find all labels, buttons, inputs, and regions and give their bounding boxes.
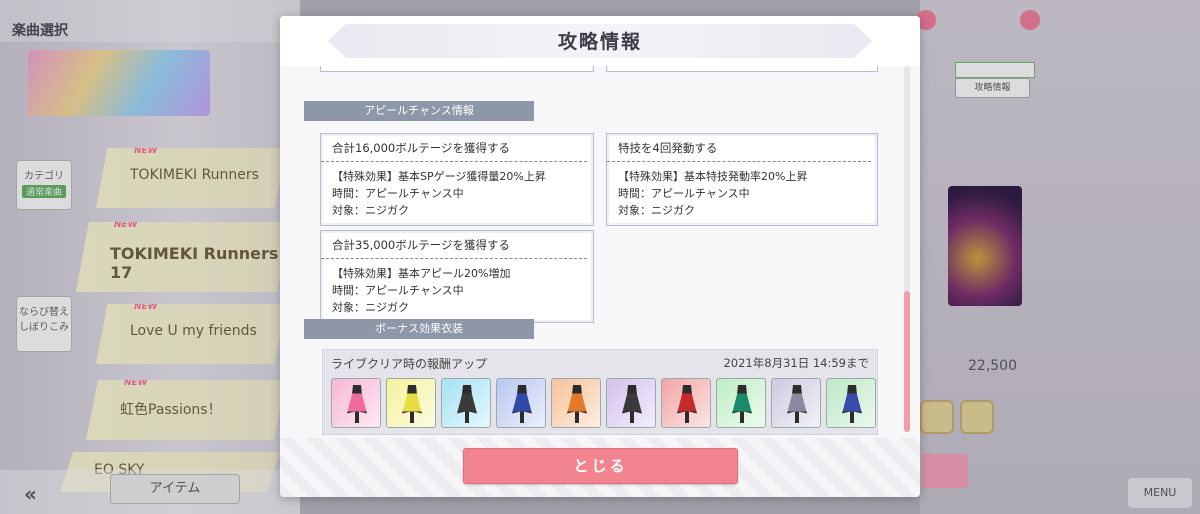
costume-box-title: ライブクリア時の報酬アップ: [331, 357, 488, 371]
appeal-card: 合計35,000ボルテージを獲得する 【特殊効果】基本アピール20%増加 時間：…: [320, 230, 594, 323]
appeal-effect: 【特殊効果】基本SPゲージ獲得量20%上昇: [332, 170, 546, 183]
costume-dress-icon: [347, 385, 367, 423]
dialog-scroll-content[interactable]: アピールチャンス情報 合計16,000ボルテージを獲得する 【特殊効果】基本SP…: [280, 66, 920, 438]
scrollbar-thumb[interactable]: [904, 291, 910, 432]
appeal-target: 対象：ニジガク: [618, 204, 695, 217]
costume-dress-icon: [622, 385, 642, 423]
costume-thumbnail[interactable]: [496, 378, 546, 428]
costume-dress-icon: [402, 385, 422, 423]
costume-dress-icon: [677, 385, 697, 423]
clipped-card: [320, 66, 594, 72]
dialog-footer: とじる: [280, 438, 920, 497]
appeal-condition: 合計35,000ボルテージを獲得する: [321, 231, 587, 259]
appeal-card: 合計16,000ボルテージを獲得する 【特殊効果】基本SPゲージ獲得量20%上昇…: [320, 133, 594, 226]
appeal-effect: 【特殊効果】基本特技発動率20%上昇: [618, 170, 808, 183]
costume-dress-icon: [787, 385, 807, 423]
clipped-card: [606, 66, 878, 72]
costume-dress-icon: [567, 385, 587, 423]
costume-thumbnail[interactable]: [826, 378, 876, 428]
costume-thumbnail[interactable]: [386, 378, 436, 428]
appeal-time: 時間：アピールチャンス中: [332, 187, 464, 200]
appeal-condition: 合計16,000ボルテージを獲得する: [321, 134, 587, 162]
appeal-effect: 【特殊効果】基本アピール20%増加: [332, 267, 511, 280]
costume-thumbnail[interactable]: [441, 378, 491, 428]
appeal-target: 対象：ニジガク: [332, 204, 409, 217]
appeal-time: 時間：アピールチャンス中: [618, 187, 750, 200]
costume-thumbnail[interactable]: [661, 378, 711, 428]
section-header-costume: ボーナス効果衣装: [304, 319, 534, 339]
dialog-header: 攻略情報: [280, 16, 920, 66]
costume-dress-icon: [842, 385, 862, 423]
appeal-target: 対象：ニジガク: [332, 301, 409, 314]
costume-dress-icon: [457, 385, 477, 423]
appeal-time: 時間：アピールチャンス中: [332, 284, 464, 297]
dialog-title: 攻略情報: [557, 31, 642, 53]
bonus-costume-box: ライブクリア時の報酬アップ 2021年8月31日 14:59まで: [322, 349, 878, 435]
costume-thumbnail[interactable]: [606, 378, 656, 428]
costume-dress-icon: [512, 385, 532, 423]
costume-thumbnail[interactable]: [551, 378, 601, 428]
section-header-appeal: アピールチャンス情報: [304, 101, 534, 121]
close-button[interactable]: とじる: [463, 448, 738, 484]
costume-list: [331, 378, 876, 428]
costume-thumbnail[interactable]: [331, 378, 381, 428]
costume-thumbnail[interactable]: [716, 378, 766, 428]
costume-thumbnail[interactable]: [771, 378, 821, 428]
strategy-info-dialog: 攻略情報 アピールチャンス情報 合計16,000ボルテージを獲得する 【特殊効果…: [280, 16, 920, 497]
costume-deadline: 2021年8月31日 14:59まで: [723, 356, 869, 370]
appeal-condition: 特技を4回発動する: [607, 134, 871, 162]
scrollbar-track[interactable]: [904, 66, 910, 432]
appeal-card: 特技を4回発動する 【特殊効果】基本特技発動率20%上昇 時間：アピールチャンス…: [606, 133, 878, 226]
costume-dress-icon: [732, 385, 752, 423]
